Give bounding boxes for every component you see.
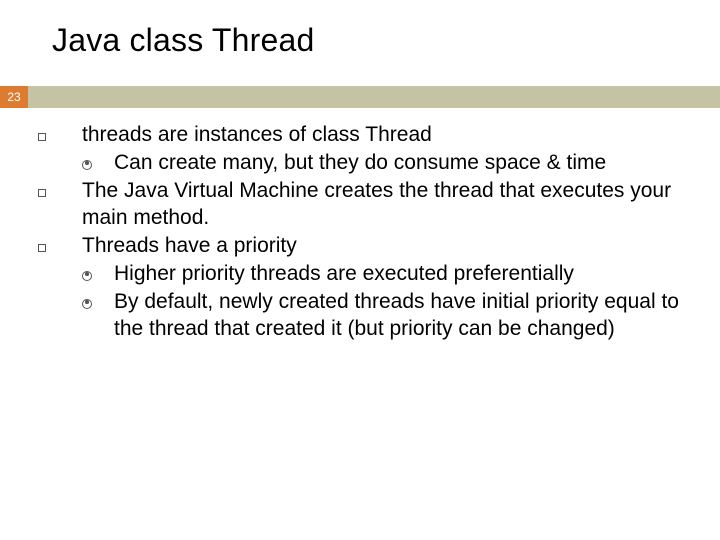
slide-title: Java class Thread: [52, 22, 315, 59]
list-item-text: By default, newly created threads have i…: [114, 289, 684, 343]
list-item-text: The Java Virtual Machine creates the thr…: [82, 178, 684, 232]
circle-dot-bullet-icon: [82, 150, 114, 177]
header-bar: 23: [0, 86, 720, 108]
page-number: 23: [0, 86, 28, 108]
square-bullet-icon: [36, 122, 82, 149]
slide-body: threads are instances of class Thread Ca…: [36, 122, 684, 344]
list-item: By default, newly created threads have i…: [82, 289, 684, 343]
list-item-text: Higher priority threads are executed pre…: [114, 261, 684, 288]
list-item-text: threads are instances of class Thread: [82, 122, 684, 149]
list-item: threads are instances of class Thread: [36, 122, 684, 149]
header-bar-fill: [28, 86, 720, 108]
list-item-text: Can create many, but they do consume spa…: [114, 150, 684, 177]
slide: Java class Thread 23 threads are instanc…: [0, 0, 720, 540]
circle-dot-bullet-icon: [82, 289, 114, 343]
square-bullet-icon: [36, 178, 82, 232]
list-item: Higher priority threads are executed pre…: [82, 261, 684, 288]
list-item: Can create many, but they do consume spa…: [82, 150, 684, 177]
list-item: Threads have a priority: [36, 233, 684, 260]
square-bullet-icon: [36, 233, 82, 260]
list-item: The Java Virtual Machine creates the thr…: [36, 178, 684, 232]
circle-dot-bullet-icon: [82, 261, 114, 288]
list-item-text: Threads have a priority: [82, 233, 684, 260]
